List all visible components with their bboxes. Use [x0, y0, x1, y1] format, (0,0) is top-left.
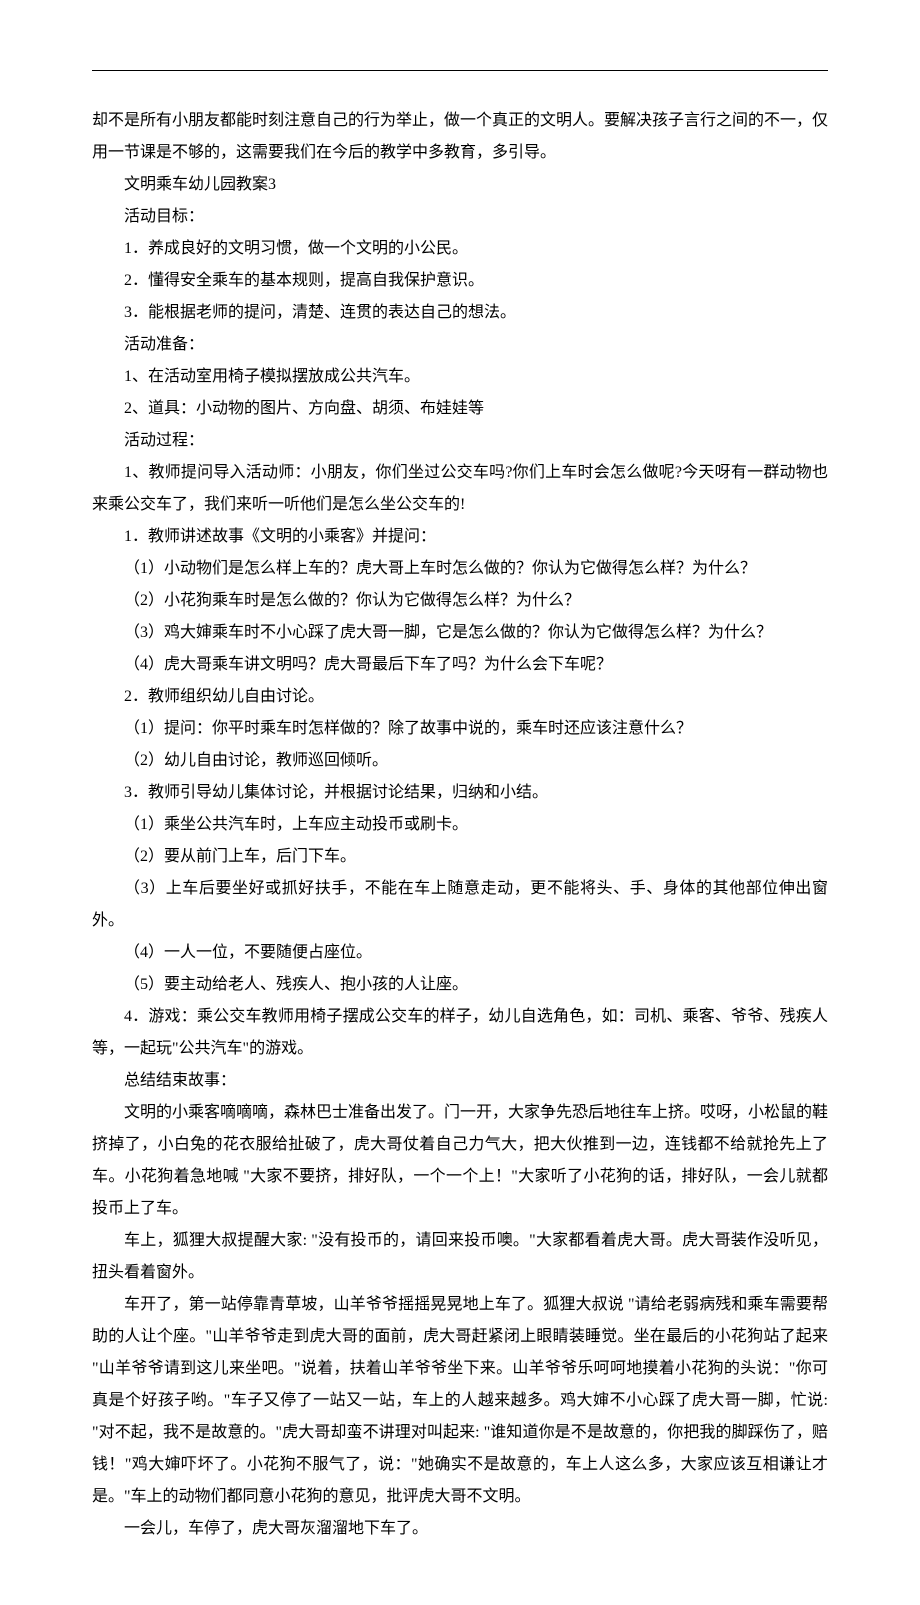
paragraph: （2）幼儿自由讨论，教师巡回倾听。: [92, 745, 828, 777]
paragraph: 却不是所有小朋友都能时刻注意自己的行为举止，做一个真正的文明人。要解决孩子言行之…: [92, 105, 828, 169]
paragraph: （1）提问：你平时乘车时怎样做的？除了故事中说的，乘车时还应该注意什么？: [92, 713, 828, 745]
paragraph: 1．教师讲述故事《文明的小乘客》并提问：: [92, 521, 828, 553]
paragraph: （4）一人一位，不要随便占座位。: [92, 937, 828, 969]
paragraph: （3）鸡大婶乘车时不小心踩了虎大哥一脚，它是怎么做的？你认为它做得怎么样？为什么…: [92, 617, 828, 649]
paragraph: 1、在活动室用椅子模拟摆放成公共汽车。: [92, 361, 828, 393]
paragraph: （2）要从前门上车，后门下车。: [92, 841, 828, 873]
paragraph: （4）虎大哥乘车讲文明吗？虎大哥最后下车了吗？为什么会下车呢？: [92, 649, 828, 681]
paragraph: （2）小花狗乘车时是怎么做的？你认为它做得怎么样？为什么？: [92, 585, 828, 617]
paragraph: 2．教师组织幼儿自由讨论。: [92, 681, 828, 713]
paragraph: 文明乘车幼儿园教案3: [92, 169, 828, 201]
paragraph: 总结结束故事：: [92, 1065, 828, 1097]
document-body: 却不是所有小朋友都能时刻注意自己的行为举止，做一个真正的文明人。要解决孩子言行之…: [92, 105, 828, 1545]
paragraph: 1、教师提问导入活动师：小朋友，你们坐过公交车吗?你们上车时会怎么做呢?今天呀有…: [92, 457, 828, 521]
paragraph: 活动过程：: [92, 425, 828, 457]
paragraph: 活动准备：: [92, 329, 828, 361]
paragraph: 2．懂得安全乘车的基本规则，提高自我保护意识。: [92, 265, 828, 297]
paragraph: （3）上车后要坐好或抓好扶手，不能在车上随意走动，更不能将头、手、身体的其他部位…: [92, 873, 828, 937]
paragraph: 文明的小乘客嘀嘀嘀，森林巴士准备出发了。门一开，大家争先恐后地往车上挤。哎呀，小…: [92, 1097, 828, 1225]
document-page: 却不是所有小朋友都能时刻注意自己的行为举止，做一个真正的文明人。要解决孩子言行之…: [0, 0, 920, 1605]
paragraph: （5）要主动给老人、残疾人、抱小孩的人让座。: [92, 969, 828, 1001]
paragraph: 3．教师引导幼儿集体讨论，并根据讨论结果，归纳和小结。: [92, 777, 828, 809]
paragraph: 车开了，第一站停靠青草坡，山羊爷爷摇摇晃晃地上车了。狐狸大叔说 "请给老弱病残和…: [92, 1289, 828, 1513]
paragraph: （1）小动物们是怎么样上车的？虎大哥上车时怎么做的？你认为它做得怎么样？为什么？: [92, 553, 828, 585]
paragraph: 3．能根据老师的提问，清楚、连贯的表达自己的想法。: [92, 297, 828, 329]
paragraph: 1．养成良好的文明习惯，做一个文明的小公民。: [92, 233, 828, 265]
horizontal-rule: [92, 70, 828, 71]
paragraph: 4．游戏：乘公交车教师用椅子摆成公交车的样子，幼儿自选角色，如：司机、乘客、爷爷…: [92, 1001, 828, 1065]
paragraph: 2、道具：小动物的图片、方向盘、胡须、布娃娃等: [92, 393, 828, 425]
paragraph: 车上，狐狸大叔提醒大家: "没有投币的，请回来投币噢。"大家都看着虎大哥。虎大哥…: [92, 1225, 828, 1289]
paragraph: 一会儿，车停了，虎大哥灰溜溜地下车了。: [92, 1513, 828, 1545]
paragraph: 活动目标：: [92, 201, 828, 233]
paragraph: （1）乘坐公共汽车时，上车应主动投币或刷卡。: [92, 809, 828, 841]
